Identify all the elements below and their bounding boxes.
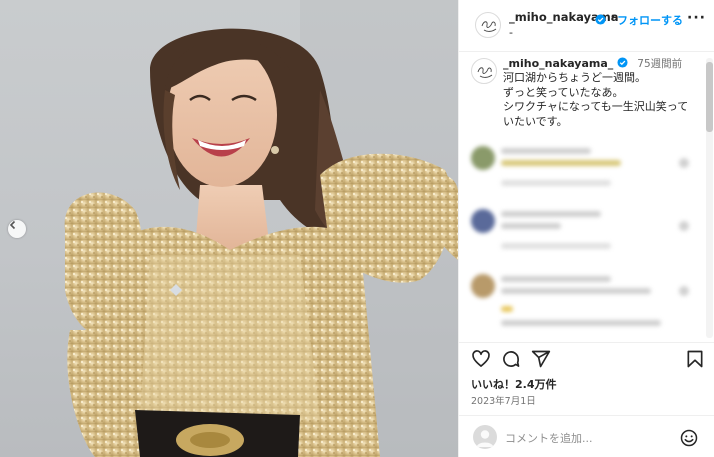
like-count[interactable]: いいね！2.4万件	[471, 376, 557, 392]
previous-image-button[interactable]	[8, 220, 26, 238]
post-side-panel: _miho_nakayama • フォローする ··· - _miho_naka…	[458, 0, 714, 457]
commenter-avatar	[471, 274, 495, 298]
comment-meta	[501, 180, 611, 186]
caption-line: 河口湖からちょうど一週間。	[503, 71, 646, 84]
comment-line	[501, 160, 621, 166]
comments-scrollbar-thumb[interactable]	[706, 62, 713, 132]
commenter-avatar	[471, 146, 495, 170]
comment-line	[501, 306, 513, 312]
author-subline: -	[509, 26, 513, 39]
caption-line: ずっと笑っていたなあ。	[503, 85, 624, 99]
emoji-icon[interactable]	[679, 428, 699, 448]
comment-line	[501, 223, 561, 229]
comment-like-icon[interactable]	[679, 158, 689, 168]
send-icon[interactable]	[531, 349, 551, 369]
comment-line	[501, 320, 661, 326]
comment-line	[501, 211, 601, 217]
signature-logo-icon	[477, 67, 493, 78]
post-date[interactable]: 2023年7月1日	[471, 393, 536, 407]
commenter-avatar	[471, 209, 495, 233]
comment-item[interactable]	[469, 272, 689, 332]
more-options-button[interactable]: ···	[687, 10, 706, 26]
post-actions: いいね！2.4万件 2023年7月1日 コメントを追加...	[459, 342, 714, 457]
verified-badge-icon	[617, 57, 628, 68]
comment-like-icon[interactable]	[679, 286, 689, 296]
comment-meta	[501, 243, 611, 249]
current-user-avatar	[473, 425, 497, 449]
caption-and-comments: _miho_nakayama_ 75週間前 河口湖からちょうど一週間。 ずっと笑…	[459, 52, 714, 342]
caption-line: シワクチャになっても一生沢山笑って	[503, 100, 689, 113]
comment-line	[501, 276, 611, 282]
verified-badge-icon	[595, 14, 606, 25]
comment-icon[interactable]	[501, 349, 521, 369]
post-header: _miho_nakayama • フォローする ··· -	[459, 0, 714, 52]
separator-dot: •	[610, 12, 616, 23]
chevron-left-icon	[9, 220, 16, 230]
post-photo[interactable]	[0, 0, 458, 457]
caption-author-avatar[interactable]	[471, 58, 497, 84]
comment-input[interactable]: コメントを追加...	[505, 430, 593, 446]
caption-line: いたいです。	[503, 114, 568, 128]
heart-icon[interactable]	[471, 349, 491, 369]
bookmark-icon[interactable]	[685, 349, 705, 369]
author-avatar[interactable]	[475, 12, 501, 38]
comment-line	[501, 288, 651, 294]
comment-like-icon[interactable]	[679, 221, 689, 231]
caption-text: 河口湖からちょうど一週間。 ずっと笑っていたなあ。 シワクチャになっても一生沢山…	[503, 71, 703, 129]
caption-username[interactable]: _miho_nakayama_	[503, 57, 613, 70]
add-comment-bar: コメントを追加...	[459, 415, 714, 457]
caption-timestamp[interactable]: 75週間前	[637, 58, 682, 70]
comment-item[interactable]	[469, 207, 689, 267]
comment-line	[501, 148, 591, 154]
comment-item[interactable]	[469, 144, 689, 204]
user-silhouette-icon	[476, 430, 494, 447]
caption-header-line: _miho_nakayama_ 75週間前	[503, 57, 682, 71]
follow-button[interactable]: フォローする	[617, 12, 683, 28]
signature-logo-icon	[481, 21, 497, 32]
photo-illustration	[64, 0, 458, 457]
